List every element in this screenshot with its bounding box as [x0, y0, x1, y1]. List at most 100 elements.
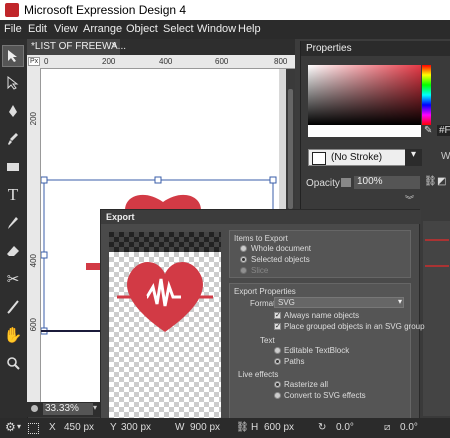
selection-handle[interactable]: [269, 176, 277, 184]
menu-bar: File Edit View Arrange Object Select Win…: [0, 20, 450, 39]
radio-editable-textblock[interactable]: [274, 347, 281, 354]
menu-file[interactable]: File: [4, 23, 22, 35]
h-field[interactable]: 600 px: [264, 422, 294, 433]
export-properties-label: Export Properties: [234, 287, 296, 296]
radio-slice[interactable]: [240, 267, 247, 274]
export-properties-group: Export Properties Format SVG ▾ ✓ Always …: [229, 283, 425, 431]
export-dialog: Export Items to Export Whole document Se…: [100, 209, 425, 438]
selection-handle[interactable]: [41, 176, 48, 184]
document-tab-strip: *LIST OF FREEWA... ×: [27, 39, 295, 55]
hex-field[interactable]: #F: [437, 125, 450, 136]
vertical-ruler: 200 400 600: [27, 68, 41, 402]
chevron-down-icon: ▾: [397, 297, 402, 306]
menu-edit[interactable]: Edit: [28, 23, 47, 35]
chevron-down-icon[interactable]: ▾: [405, 149, 422, 166]
menu-view[interactable]: View: [54, 23, 78, 35]
panel-strip: [423, 221, 450, 416]
zoom-icon[interactable]: [2, 352, 24, 374]
radio-whole-document[interactable]: [240, 245, 247, 252]
checkbox-grouped-svg-label: Place grouped objects in an SVG group: [284, 322, 425, 331]
knife-icon[interactable]: [2, 296, 24, 318]
radio-selected-objects-label: Selected objects: [251, 255, 310, 264]
zoom-dropdown-icon[interactable]: ▾: [93, 403, 97, 412]
x-label: X: [49, 422, 56, 433]
stroke-width-label: W: [441, 151, 450, 162]
select-arrow-icon[interactable]: [2, 45, 24, 67]
radio-editable-textblock-label: Editable TextBlock: [284, 346, 350, 355]
expand-chevron-icon[interactable]: ︾: [405, 193, 414, 206]
stroke-value: (No Stroke): [331, 152, 383, 163]
y-field[interactable]: 300 px: [121, 422, 151, 433]
horizontal-ruler: Px 0 200 400 600 800: [27, 55, 295, 69]
opacity-mode-icon[interactable]: [341, 178, 351, 187]
properties-title: Properties: [306, 43, 352, 54]
chevron-down-icon[interactable]: ▾: [17, 422, 21, 431]
radio-paths-label: Paths: [284, 357, 305, 366]
scrollbar-thumb[interactable]: [288, 89, 293, 209]
format-select[interactable]: SVG ▾: [274, 297, 404, 308]
export-dialog-title: Export: [106, 212, 135, 222]
close-tab-icon[interactable]: ×: [111, 40, 117, 51]
radio-rasterize-all[interactable]: [274, 381, 281, 388]
eyedropper-icon[interactable]: [2, 212, 24, 234]
x-field[interactable]: 450 px: [64, 422, 94, 433]
direct-select-icon[interactable]: [2, 72, 24, 94]
registration-point-icon[interactable]: [28, 423, 39, 434]
pen-icon[interactable]: [2, 100, 24, 122]
checkbox-always-name[interactable]: ✓: [274, 312, 281, 319]
brush-icon[interactable]: [2, 128, 24, 150]
w-field[interactable]: 900 px: [190, 422, 220, 433]
window-title: Microsoft Expression Design 4: [24, 3, 187, 17]
w-label: W: [175, 422, 185, 433]
format-label: Format: [250, 299, 276, 308]
radio-rasterize-all-label: Rasterize all: [284, 380, 329, 389]
menu-help[interactable]: Help: [238, 23, 261, 35]
checkbox-grouped-svg[interactable]: ✓: [274, 323, 281, 330]
opacity-field[interactable]: 100%: [354, 176, 420, 189]
items-to-export-group: Items to Export Whole document Selected …: [229, 230, 411, 278]
text-icon[interactable]: T: [2, 184, 24, 206]
rotate-icon[interactable]: ↻: [318, 422, 326, 433]
heart-preview: [117, 262, 213, 332]
gear-icon[interactable]: ⚙: [5, 420, 16, 434]
lock-ratio-icon[interactable]: ⛓: [236, 422, 249, 433]
ruler-tick: 600: [215, 57, 229, 66]
radio-convert-svg-effects[interactable]: [274, 392, 281, 399]
bottom-bar: ⚙ ▾ X 450 px Y 300 px W 900 px ⛓ H 600 p…: [0, 418, 450, 438]
ruler-tick: 400: [29, 254, 38, 268]
tab-document[interactable]: *LIST OF FREEWA... ×: [27, 39, 126, 55]
text-label: Text: [260, 336, 275, 345]
zoom-field[interactable]: 33.33%: [43, 403, 93, 415]
skew-icon[interactable]: ⧄: [384, 422, 390, 433]
opacity-label: Opacity: [306, 178, 340, 189]
menu-object[interactable]: Object: [126, 23, 158, 35]
menu-window[interactable]: Window: [197, 23, 236, 35]
ruler-tick: 200: [102, 57, 116, 66]
color-picker-field[interactable]: [308, 65, 421, 125]
radio-convert-svg-effects-label: Convert to SVG effects: [284, 391, 366, 400]
radio-whole-document-label: Whole document: [251, 244, 312, 253]
ruler-tick: 200: [29, 112, 38, 126]
selection-handle[interactable]: [41, 251, 48, 259]
rectangle-icon[interactable]: [2, 156, 24, 178]
menu-arrange[interactable]: Arrange: [83, 23, 122, 35]
eraser-icon[interactable]: [2, 240, 24, 262]
radio-paths[interactable]: [274, 358, 281, 365]
no-stroke-icon: [312, 152, 326, 165]
items-to-export-label: Items to Export: [234, 234, 288, 243]
skew-field[interactable]: 0.0°: [400, 422, 418, 433]
scissors-icon[interactable]: ✂: [2, 268, 24, 290]
export-preview: [109, 232, 221, 424]
hand-icon[interactable]: ✋: [2, 324, 24, 346]
eyedropper-icon[interactable]: ✎: [424, 125, 432, 136]
ruler-tick: 0: [44, 57, 49, 66]
selection-handle[interactable]: [154, 176, 162, 184]
stroke-select[interactable]: (No Stroke): [308, 149, 412, 166]
radio-selected-objects[interactable]: [240, 256, 247, 263]
rotate-field[interactable]: 0.0°: [336, 422, 354, 433]
blend-icon[interactable]: ◩: [437, 176, 446, 187]
h-label: H: [251, 422, 259, 433]
hue-slider[interactable]: [422, 65, 431, 125]
link-icon[interactable]: ⛓: [424, 176, 437, 187]
menu-select[interactable]: Select: [163, 23, 194, 35]
